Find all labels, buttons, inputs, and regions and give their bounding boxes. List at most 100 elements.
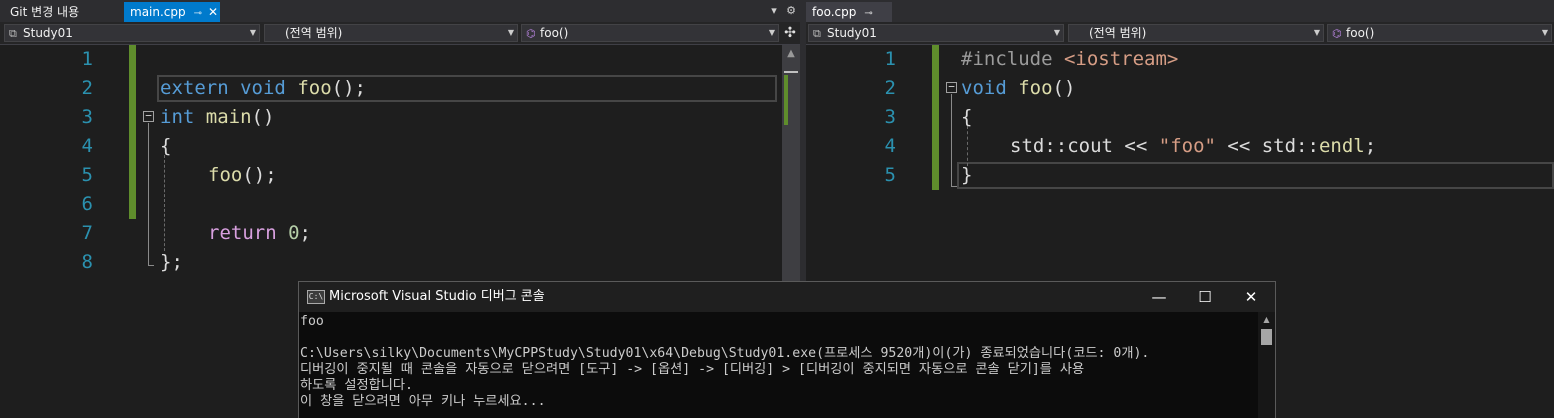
method-icon: ⌬: [526, 27, 536, 40]
code-line-4: {: [160, 132, 171, 161]
line-number: 1: [884, 48, 896, 70]
identifier: cout: [1067, 135, 1113, 157]
scope-dropdown[interactable]: (전역 범위) ▼: [1068, 24, 1324, 42]
chevron-down-icon: ▼: [768, 28, 775, 37]
tab-list-dropdown-icon[interactable]: ▾: [766, 2, 782, 20]
punctuation: (): [251, 106, 275, 128]
left-tab-bar: Git 변경 내용 main.cpp ⊸ ✕ ▾ ⚙: [0, 0, 800, 22]
operator: <<: [1112, 135, 1159, 157]
line-number: 5: [884, 164, 896, 186]
tab-foo-cpp[interactable]: foo.cpp ⊸: [806, 2, 892, 22]
pin-icon[interactable]: ⊸: [864, 8, 872, 19]
punctuation: ();: [331, 77, 366, 99]
console-output[interactable]: foo C:\Users\silky\Documents\MyCPPStudy\…: [299, 312, 1257, 418]
indent-guide: [164, 155, 165, 251]
scope-name: (전역 범위): [285, 26, 343, 40]
chevron-down-icon: ▼: [1053, 28, 1060, 37]
string-literal: "foo": [1158, 135, 1216, 157]
punctuation: {: [160, 135, 172, 157]
project-dropdown[interactable]: ⧉ Study01 ▼: [4, 24, 260, 42]
function-name: main: [205, 106, 252, 128]
code-line-8: };: [160, 248, 183, 277]
keyword: int: [160, 106, 195, 128]
chevron-down-icon: ▼: [1313, 28, 1320, 37]
punctuation: ::: [1296, 135, 1319, 157]
indent-guide: [967, 126, 968, 166]
scroll-thumb[interactable]: [1261, 329, 1272, 345]
debug-console-window[interactable]: C:\ Microsoft Visual Studio 디버그 콘솔 — ☐ ✕…: [298, 281, 1276, 418]
punctuation: (): [1052, 77, 1076, 99]
line-number: 3: [81, 106, 93, 128]
namespace: std: [1010, 135, 1045, 157]
keyword: void: [961, 77, 1007, 99]
namespace: std: [1261, 135, 1297, 157]
close-button[interactable]: ✕: [1228, 282, 1274, 312]
tab-label: Git 변경 내용: [10, 5, 80, 19]
console-line: C:\Users\silky\Documents\MyCPPStudy\Stud…: [300, 346, 1150, 361]
console-title-bar[interactable]: C:\ Microsoft Visual Studio 디버그 콘솔 — ☐ ✕: [299, 282, 1275, 312]
pin-icon[interactable]: ⊸: [194, 8, 202, 19]
scroll-position-marker: [784, 71, 798, 73]
include-header: <iostream>: [1063, 48, 1179, 70]
scope-dropdown[interactable]: (전역 범위) ▼: [264, 24, 518, 42]
preprocessor: #include: [961, 48, 1053, 70]
fold-icon[interactable]: −: [143, 110, 154, 122]
code-line-5: foo();: [208, 161, 277, 190]
chevron-down-icon: ▼: [1541, 28, 1548, 37]
console-line: 디버깅이 중지될 때 콘솔을 자동으로 닫으려면 [도구] -> [옵션] ->…: [300, 362, 1085, 377]
close-icon[interactable]: ✕: [208, 5, 218, 19]
line-number: 8: [81, 251, 93, 273]
left-navigation-bar: ⧉ Study01 ▼ (전역 범위) ▼ ⌬ foo() ▼ ✣: [0, 22, 800, 45]
tab-label: foo.cpp: [812, 5, 857, 19]
line-number: 6: [81, 193, 93, 215]
chevron-down-icon: ▼: [507, 28, 514, 37]
function-name: foo: [1018, 77, 1053, 99]
tab-git-changes[interactable]: Git 변경 내용: [4, 2, 85, 22]
scroll-up-icon[interactable]: ▲: [782, 45, 800, 63]
tab-main-cpp[interactable]: main.cpp ⊸ ✕: [124, 2, 220, 22]
punctuation: };: [160, 251, 183, 273]
project-dropdown[interactable]: ⧉ Study01 ▼: [808, 24, 1064, 42]
fold-icon[interactable]: −: [946, 81, 957, 93]
change-indicator: [932, 45, 939, 190]
console-title: Microsoft Visual Studio 디버그 콘솔: [329, 289, 545, 304]
line-number: 4: [81, 135, 93, 157]
function-name: foo: [208, 164, 243, 186]
function-name: foo: [297, 77, 332, 99]
settings-icon[interactable]: ⚙: [783, 2, 799, 20]
line-number: 5: [81, 164, 93, 186]
maximize-button[interactable]: ☐: [1182, 282, 1228, 312]
punctuation: {: [961, 106, 973, 128]
scroll-change-marker: [784, 75, 788, 125]
project-icon: ⧉: [9, 27, 17, 40]
minimize-button[interactable]: —: [1136, 282, 1182, 312]
scope-name: (전역 범위): [1089, 26, 1147, 40]
current-line-highlight: [957, 162, 1554, 189]
keyword: extern: [160, 77, 229, 99]
member-name: foo(): [540, 26, 569, 40]
console-icon: C:\: [307, 290, 325, 304]
console-line: 하도록 설정합니다.: [300, 378, 413, 393]
project-name: Study01: [23, 26, 73, 40]
member-dropdown[interactable]: ⌬ foo() ▼: [1327, 24, 1552, 42]
line-number: 4: [884, 135, 896, 157]
tab-label: main.cpp: [130, 5, 186, 19]
line-number: 3: [884, 106, 896, 128]
line-number: 1: [81, 48, 93, 70]
code-line-2: void foo(): [961, 74, 1075, 103]
punctuation: ;: [1364, 135, 1377, 157]
member-dropdown[interactable]: ⌬ foo() ▼: [521, 24, 779, 42]
fold-line: [148, 123, 149, 265]
split-icon[interactable]: ✣: [781, 24, 799, 42]
code-line-3: {: [961, 103, 972, 132]
console-scrollbar[interactable]: ▲: [1258, 312, 1275, 418]
member-name: foo(): [1346, 26, 1375, 40]
scroll-up-icon[interactable]: ▲: [1258, 312, 1275, 327]
function-name: endl: [1318, 135, 1365, 157]
project-icon: ⧉: [813, 27, 821, 40]
console-line: 이 창을 닫으려면 아무 키나 누르세요...: [300, 394, 546, 409]
fold-line: [951, 94, 952, 186]
method-icon: ⌬: [1332, 27, 1342, 40]
number: 0: [288, 222, 300, 244]
punctuation: ();: [242, 164, 277, 186]
